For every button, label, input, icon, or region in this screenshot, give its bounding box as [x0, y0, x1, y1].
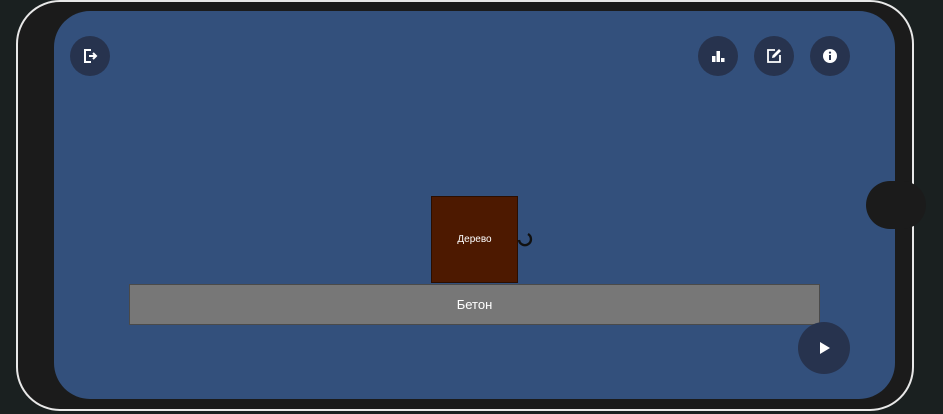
- exit-button[interactable]: [70, 36, 110, 76]
- exit-icon: [82, 48, 98, 64]
- concrete-block-label: Бетон: [456, 297, 493, 312]
- stats-button[interactable]: [698, 36, 738, 76]
- game-screen: Дерево Бетон: [54, 11, 895, 399]
- info-icon: [822, 48, 838, 64]
- rotate-handle-icon[interactable]: [516, 231, 534, 252]
- wood-block[interactable]: Дерево: [431, 196, 518, 283]
- info-button[interactable]: [810, 36, 850, 76]
- wood-block-label: Дерево: [457, 234, 492, 245]
- edit-icon: [766, 48, 782, 64]
- phone-notch: [866, 181, 926, 229]
- play-button[interactable]: [798, 322, 850, 374]
- concrete-block[interactable]: Бетон: [129, 284, 820, 325]
- edit-button[interactable]: [754, 36, 794, 76]
- bar-chart-icon: [710, 48, 726, 64]
- play-icon: [816, 340, 832, 356]
